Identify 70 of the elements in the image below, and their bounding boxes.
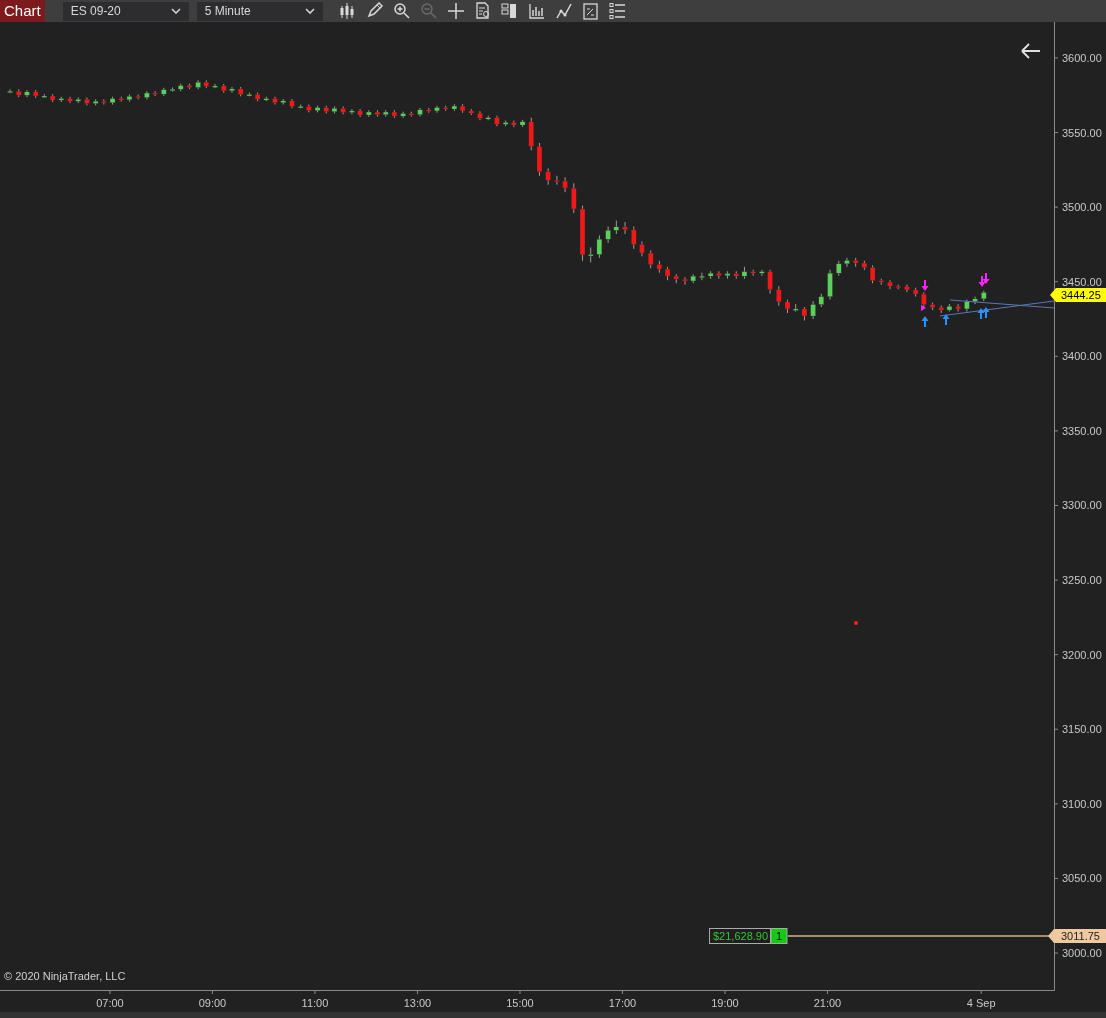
up-arrow-icon	[921, 316, 929, 327]
candlestick	[605, 226, 611, 244]
pnl-label: $21,628.90	[709, 928, 771, 944]
candlestick	[84, 97, 90, 106]
window-title: Chart	[0, 0, 45, 22]
price-label: 3250.00	[1062, 574, 1102, 587]
price-label: 3100.00	[1062, 797, 1102, 810]
price-label: 3400.00	[1062, 350, 1102, 363]
crosshair-icon[interactable]	[446, 2, 465, 20]
template-icon[interactable]	[500, 2, 519, 20]
price-label: 3300.00	[1062, 499, 1102, 512]
candlestick	[169, 87, 176, 92]
price-label: 3550.00	[1062, 126, 1102, 139]
candlestick	[827, 269, 833, 301]
candlestick	[229, 86, 235, 94]
price-label: 3600.00	[1062, 51, 1102, 64]
candlestick	[571, 182, 577, 214]
candlestick	[101, 98, 107, 105]
candlestick	[776, 285, 782, 306]
list-icon[interactable]	[608, 2, 627, 20]
price-label: 3450.00	[1062, 275, 1102, 288]
candlestick	[844, 257, 850, 268]
price-label: 3050.00	[1062, 872, 1102, 885]
back-arrow-icon[interactable]	[1021, 43, 1041, 59]
candlestick	[562, 176, 568, 193]
copyright-text: © 2020 NinjaTrader, LLC	[4, 970, 126, 982]
price-label: 3000.00	[1062, 947, 1102, 959]
position-price-marker: 3011.75	[1048, 929, 1106, 943]
chevron-down-icon	[170, 7, 181, 15]
candlestick	[759, 269, 765, 277]
time-label: 19:00	[711, 997, 739, 1009]
price-label: 3350.00	[1062, 424, 1102, 437]
candlestick	[631, 226, 637, 250]
candlestick	[272, 96, 278, 105]
time-label: 15:00	[506, 997, 534, 1009]
candlestick	[152, 90, 158, 97]
time-label: 17:00	[608, 997, 637, 1009]
candlestick	[682, 276, 688, 286]
zoom-in-icon[interactable]	[392, 2, 411, 20]
candlestick	[588, 247, 594, 263]
price-label: 3200.00	[1062, 648, 1102, 661]
time-label: 11:00	[301, 997, 329, 1009]
candlestick	[596, 235, 603, 259]
interval-dropdown[interactable]: 5 Minute	[196, 1, 323, 21]
time-label: 13:00	[403, 997, 432, 1009]
clipboard-icon[interactable]	[581, 2, 600, 20]
time-label: 4 Sep	[966, 997, 996, 1009]
price-label: 3150.00	[1062, 723, 1102, 736]
chevron-down-icon	[304, 7, 315, 15]
bars-icon[interactable]	[338, 2, 357, 20]
down-arrow-icon	[921, 280, 929, 291]
time-label: 07:00	[96, 997, 124, 1009]
line-chart-icon[interactable]	[554, 2, 573, 20]
candlestick	[699, 272, 705, 281]
instrument-dropdown[interactable]: ES 09-20	[62, 1, 189, 21]
candlestick	[554, 175, 560, 186]
time-label: 21:00	[813, 997, 842, 1009]
quantity-label: 1	[770, 928, 788, 944]
time-label: 09:00	[198, 997, 227, 1009]
candlestick	[349, 108, 355, 115]
last-price-marker: 3444.25	[1050, 288, 1106, 302]
pencil-icon[interactable]	[365, 2, 384, 20]
chart-bars-icon[interactable]	[527, 2, 546, 20]
candlestick	[622, 221, 628, 235]
marker-dot	[854, 621, 858, 625]
document-search-icon[interactable]	[473, 2, 492, 20]
triangle-marker-icon	[921, 305, 926, 311]
candlestick	[767, 269, 773, 295]
price-label: 3500.00	[1062, 201, 1102, 214]
up-arrow-icon	[942, 314, 950, 325]
